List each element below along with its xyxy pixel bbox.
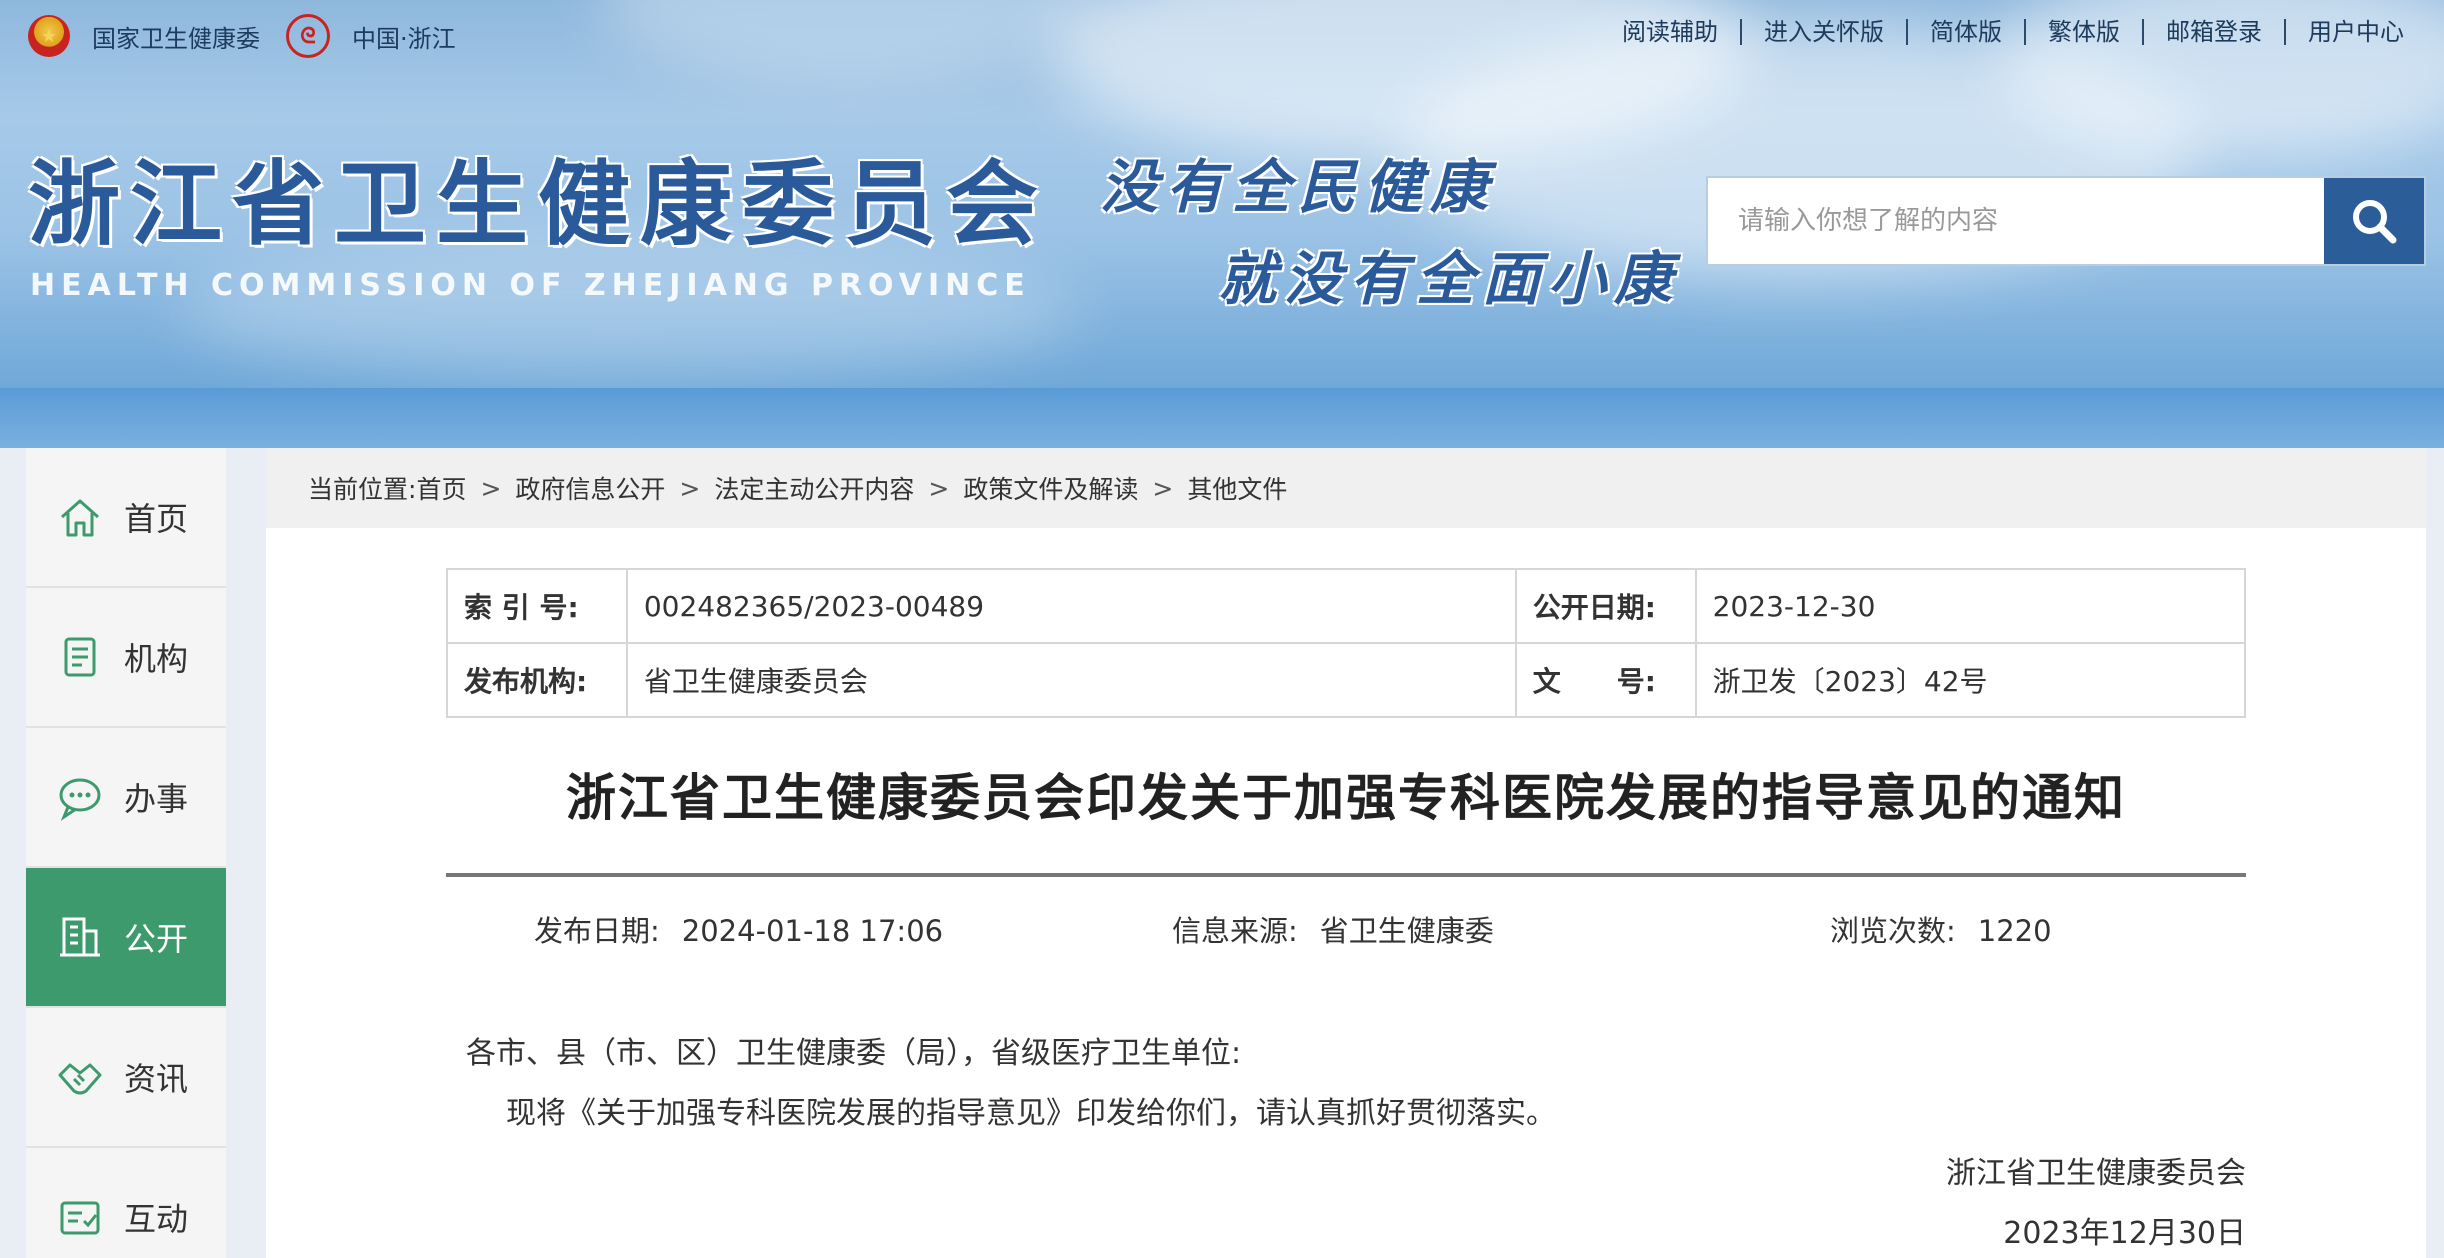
views-value: 1220	[1977, 914, 2052, 948]
sidebar-item-home[interactable]: 首页	[26, 448, 226, 588]
views-label: 浏览次数:	[1830, 914, 1956, 948]
sidebar-item-label: 互动	[124, 1200, 189, 1238]
breadcrumb-item-gov-info[interactable]: 政府信息公开	[515, 470, 665, 506]
sidebar-item-services[interactable]: 办事	[26, 728, 226, 868]
source-value: 省卫生健康委	[1319, 914, 1494, 948]
chat-icon	[56, 773, 104, 821]
slogan-line-1: 没有全民健康	[1100, 153, 1497, 221]
publish-date-label: 发布日期:	[534, 914, 660, 948]
breadcrumb-separator: >	[928, 473, 950, 503]
breadcrumb-separator: >	[480, 473, 502, 503]
header-band	[0, 388, 2444, 448]
sidebar-item-label: 机构	[124, 640, 189, 678]
index-label: 索 引 号:	[446, 568, 628, 644]
table-row: 索 引 号: 002482365/2023-00489 公开日期: 2023-1…	[446, 568, 2247, 644]
index-value: 002482365/2023-00489	[625, 568, 1517, 644]
sidebar-item-interact[interactable]: 互动	[26, 1148, 226, 1258]
document-title: 浙江省卫生健康委员会印发关于加强专科医院发展的指导意见的通知	[566, 769, 2126, 827]
china-zhejiang-link[interactable]: 中国·浙江	[352, 19, 456, 54]
china-zhejiang-logo-icon: ᘓ	[286, 14, 330, 58]
views-info: 浏览次数: 1220	[1830, 908, 2052, 950]
reading-aid-link[interactable]: 阅读辅助	[1600, 19, 1740, 45]
document-meta-table: 索 引 号: 002482365/2023-00489 公开日期: 2023-1…	[446, 568, 2247, 718]
breadcrumb-separator: >	[679, 473, 701, 503]
interact-icon	[56, 1193, 104, 1241]
publish-date-value: 2024-01-18 17:06	[681, 914, 944, 948]
sidebar-item-label: 办事	[124, 780, 189, 818]
search-button[interactable]	[2324, 178, 2424, 264]
title-divider	[446, 873, 2246, 877]
salutation: 各市、县（市、区）卫生健康委（局），省级医疗卫生单位:	[466, 1036, 1242, 1071]
handshake-icon	[56, 1053, 104, 1101]
sidebar-item-news[interactable]: 资讯	[26, 1008, 226, 1148]
sign-date: 2023年12月30日	[2003, 1216, 2246, 1251]
top-right-links: 阅读辅助 进入关怀版 简体版 繁体版 邮箱登录 用户中心	[1600, 14, 2426, 50]
pubdate-value: 2023-12-30	[1694, 568, 2247, 644]
building-icon	[56, 913, 104, 961]
breadcrumb-item-home[interactable]: 首页	[416, 470, 466, 506]
breadcrumb-item-statutory[interactable]: 法定主动公开内容	[714, 470, 914, 506]
search-box	[1706, 176, 2426, 266]
sidebar-item-org[interactable]: 机构	[26, 588, 226, 728]
org-icon	[56, 633, 104, 681]
sidebar-item-label: 资讯	[124, 1060, 189, 1098]
site-subtitle: HEALTH COMMISSION OF ZHEJIANG PROVINCE	[30, 268, 1031, 303]
sidebar-item-label: 首页	[124, 500, 189, 538]
signature: 浙江省卫生健康委员会	[1946, 1156, 2246, 1191]
source-label: 信息来源:	[1172, 914, 1298, 948]
sidebar-item-public[interactable]: 公开	[26, 868, 226, 1008]
traditional-link[interactable]: 繁体版	[2024, 19, 2142, 45]
breadcrumb-item-policy[interactable]: 政策文件及解读	[963, 470, 1138, 506]
top-left-links: ★ 国家卫生健康委 ᘓ 中国·浙江	[28, 14, 482, 58]
mail-login-link[interactable]: 邮箱登录	[2142, 19, 2284, 45]
simplified-link[interactable]: 简体版	[1906, 19, 2024, 45]
user-center-link[interactable]: 用户中心	[2284, 19, 2426, 45]
site-header: ★ 国家卫生健康委 ᘓ 中国·浙江 阅读辅助 进入关怀版 简体版 繁体版 邮箱登…	[0, 0, 2444, 388]
search-input[interactable]	[1708, 178, 2324, 264]
sidebar-nav: 首页 机构 办事 公开 资讯 互动	[26, 448, 226, 1258]
issuer-label: 发布机构:	[446, 642, 628, 718]
main-content: 当前位置: 首页 > 政府信息公开 > 法定主动公开内容 > 政策文件及解读 >…	[266, 448, 2426, 1258]
pubdate-label: 公开日期:	[1514, 568, 1697, 644]
breadcrumb-prefix: 当前位置:	[308, 475, 417, 504]
publish-date-info: 发布日期: 2024-01-18 17:06	[534, 908, 943, 950]
docno-value: 浙卫发〔2023〕42号	[1694, 642, 2247, 718]
search-icon	[2353, 200, 2397, 244]
breadcrumb-separator: >	[1152, 473, 1174, 503]
nhc-link[interactable]: 国家卫生健康委	[92, 19, 260, 54]
source-info: 信息来源: 省卫生健康委	[1172, 908, 1494, 950]
issuer-value: 省卫生健康委员会	[625, 642, 1517, 718]
breadcrumb: 当前位置: 首页 > 政府信息公开 > 法定主动公开内容 > 政策文件及解读 >…	[266, 448, 2426, 528]
breadcrumb-item-other[interactable]: 其他文件	[1187, 470, 1287, 506]
body-paragraph: 现将《关于加强专科医院发展的指导意见》印发给你们，请认真抓好贯彻落实。	[506, 1096, 1556, 1131]
home-icon	[56, 493, 104, 541]
sidebar-item-label: 公开	[124, 920, 189, 958]
national-emblem-icon: ★	[28, 15, 70, 57]
care-version-link[interactable]: 进入关怀版	[1740, 19, 1906, 45]
table-row: 发布机构: 省卫生健康委员会 文 号: 浙卫发〔2023〕42号	[446, 642, 2247, 718]
slogan-line-2: 就没有全面小康	[1218, 245, 1681, 313]
docno-label: 文 号:	[1514, 642, 1697, 718]
site-title: 浙江省卫生健康委员会	[28, 150, 1049, 258]
